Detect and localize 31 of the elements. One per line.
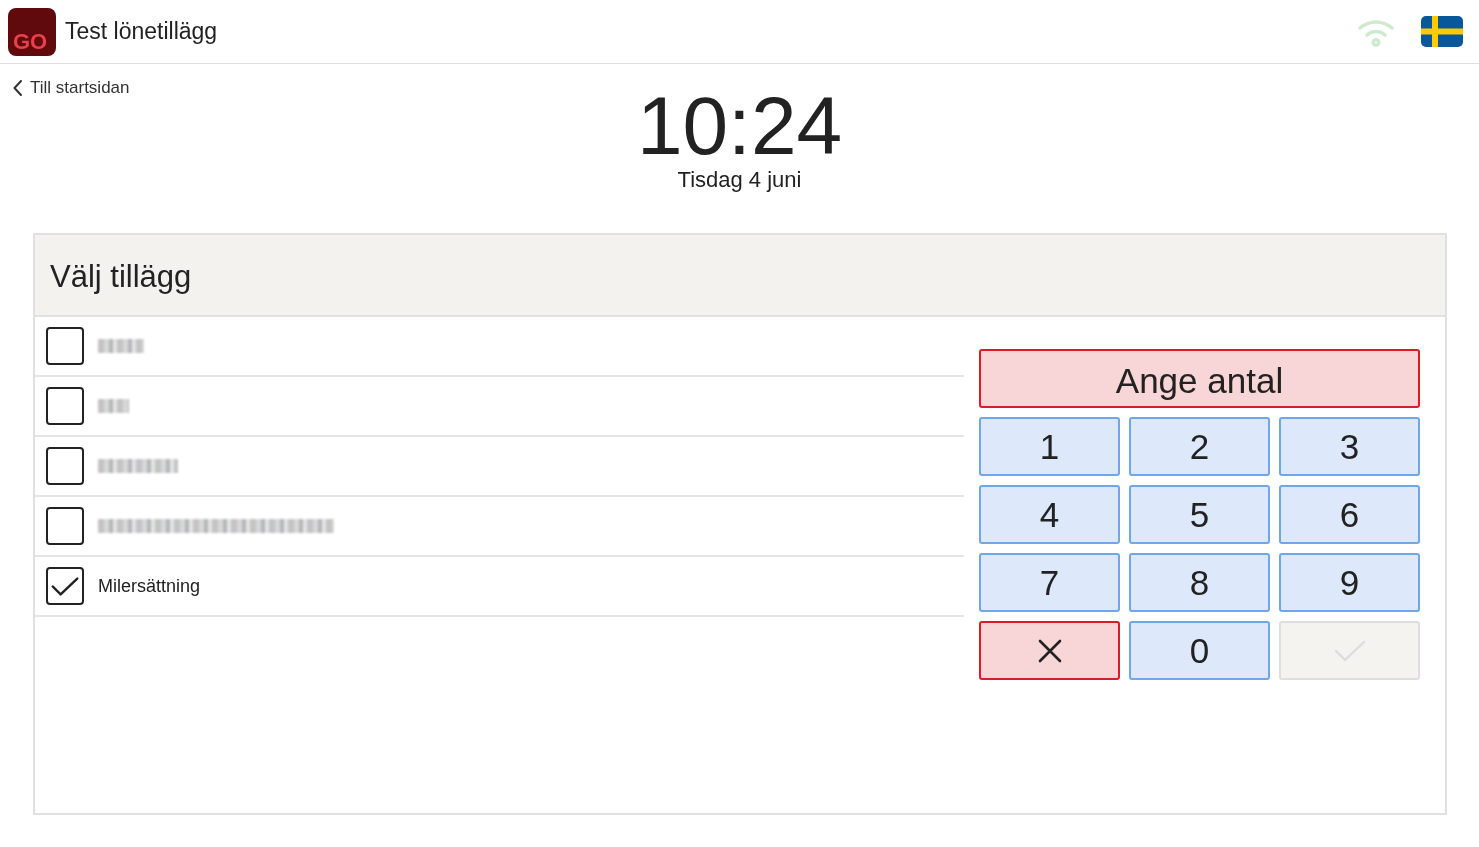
item-label: Milersättning [98,575,201,597]
check-icon [51,575,79,597]
amount-field[interactable]: Ange antal [979,349,1420,408]
clear-key[interactable] [979,621,1120,680]
checkbox[interactable] [46,447,84,485]
redacted-label [98,339,144,353]
clock-date: Tisdag 4 juni [677,167,802,193]
digit-key[interactable]: 6 [1279,485,1420,544]
digit-key[interactable]: 8 [1129,553,1270,612]
clock-time: 10:24 [636,85,843,167]
digit-key[interactable]: 3 [1279,417,1420,476]
checkbox[interactable] [46,507,84,545]
swedish-flag-icon[interactable] [1421,16,1463,47]
digit-key[interactable]: 0 [1129,621,1270,680]
checkbox[interactable] [46,387,84,425]
back-link[interactable]: Till startsidan [13,78,130,98]
digit-key[interactable]: 1 [979,417,1120,476]
checkbox[interactable] [46,567,84,605]
digit-key[interactable]: 4 [979,485,1120,544]
redacted-label [98,399,129,413]
app-logo: GO [8,7,56,56]
check-icon [1333,638,1366,663]
checkbox[interactable] [46,327,84,365]
chevron-left-icon [13,80,22,96]
digit-key[interactable]: 7 [979,553,1120,612]
digit-key[interactable]: 9 [1279,553,1420,612]
digit-key[interactable]: 2 [1129,417,1270,476]
digit-key[interactable]: 5 [1129,485,1270,544]
panel-title: Välj tillägg [50,259,192,295]
cross-icon [1037,638,1062,663]
app-title: Test lönetillägg [65,18,218,45]
